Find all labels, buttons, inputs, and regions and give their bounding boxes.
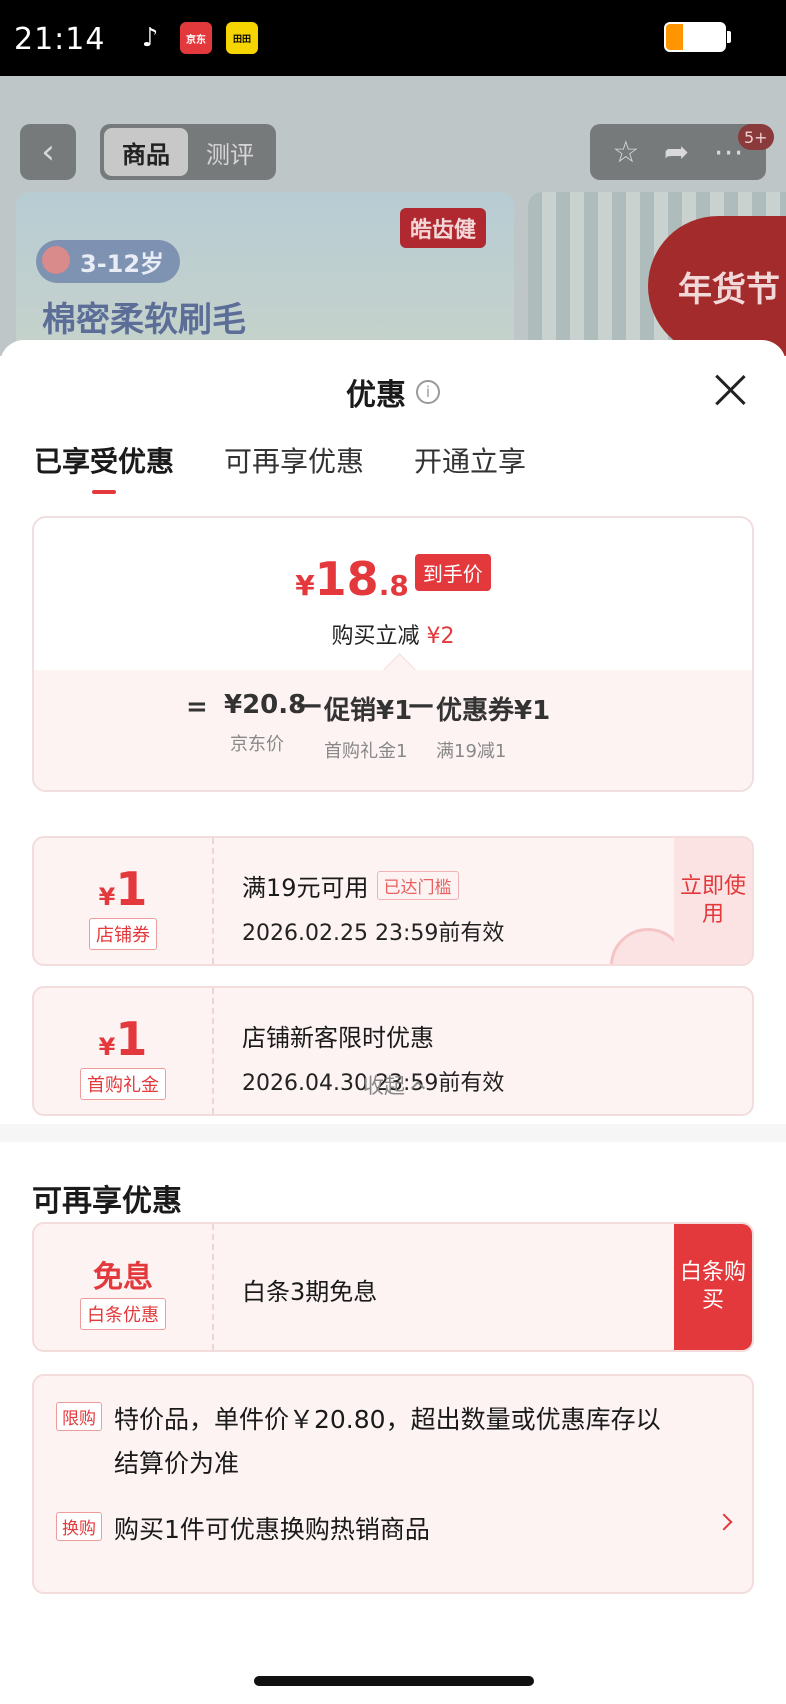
- discount-sheet: 优惠 i 已享受优惠 可再享优惠 开通立享 ¥18.8 到手价 购买立减 ¥2 = …: [0, 340, 786, 1704]
- jd-app-icon: 京东: [180, 22, 212, 54]
- coupon-details: 满19元可用 已达门槛 2026.02.25 23:59前有效: [242, 838, 504, 947]
- coupon-amount-box: ¥1 店铺券: [34, 838, 214, 964]
- collapse-label: 收起: [363, 1074, 405, 1098]
- baitiao-buy-button[interactable]: 白条购买: [674, 1224, 752, 1350]
- purchase-rules: 限购 特价品，单件价￥20.80，超出数量或优惠库存以结算价为准 换购 购买1件…: [32, 1374, 754, 1594]
- tab-review[interactable]: 测评: [188, 128, 272, 176]
- baitiao-text: 白条3期免息: [242, 1278, 378, 1306]
- use-now-button[interactable]: 立即使用: [674, 838, 752, 964]
- coupon-condition: 满19元可用 已达门槛: [242, 868, 504, 903]
- discount-tabs: 已享受优惠 可再享优惠 开通立享: [34, 440, 526, 494]
- coupon-condition: 店铺新客限时优惠: [242, 1024, 434, 1052]
- calc-main: 促销¥1: [324, 696, 413, 726]
- share-icon[interactable]: ➦: [664, 135, 689, 170]
- price-summary: ¥18.8 到手价 购买立减 ¥2: [34, 518, 752, 670]
- collapse-button[interactable]: 收起: [0, 1070, 786, 1100]
- battery-icon: [664, 22, 726, 52]
- chevron-right-icon[interactable]: [715, 1513, 733, 1531]
- price-currency: ¥: [295, 569, 315, 602]
- calc-jd-price: ¥20.8 京东价: [224, 690, 306, 758]
- chevron-up-icon: [410, 1080, 426, 1096]
- store-coupon[interactable]: ¥1 店铺券 满19元可用 已达门槛 2026.02.25 23:59前有效 立即…: [32, 836, 754, 966]
- banner-title: 棉密柔软刷毛: [42, 300, 246, 340]
- battery-tip: [727, 31, 731, 43]
- interest-free-label: 免息: [93, 1260, 153, 1295]
- rule-tag: 限购: [56, 1402, 102, 1431]
- section-divider: [0, 1124, 786, 1142]
- battery-level: [666, 24, 684, 50]
- sheet-title: 优惠 i: [0, 370, 786, 414]
- threshold-met-badge: 已达门槛: [376, 871, 459, 900]
- tab-more-available[interactable]: 可再享优惠: [224, 440, 364, 494]
- coupon-value: 1: [115, 862, 148, 916]
- calc-main: 优惠券¥1: [436, 696, 551, 726]
- star-icon[interactable]: ☆: [612, 135, 639, 170]
- price-breakdown: = ¥20.8 京东价 — 促销¥1 首购礼金1 — 优惠券¥1 满19减1: [34, 670, 752, 790]
- baitiao-box: 免息 白条优惠: [34, 1224, 214, 1350]
- final-price-card: ¥18.8 到手价 购买立减 ¥2 = ¥20.8 京东价 — 促销¥1 首购礼金…: [32, 516, 754, 792]
- equals-sign: =: [186, 692, 208, 722]
- calc-main: ¥20.8: [224, 690, 307, 720]
- baitiao-tag: 白条优惠: [80, 1298, 166, 1330]
- brand-logo: 皓齿健: [400, 208, 487, 248]
- instant-discount: 购买立减 ¥2: [34, 618, 752, 650]
- sheet-title-text: 优惠: [346, 378, 406, 413]
- rule-text: 购买1件可优惠换购热销商品: [114, 1515, 430, 1544]
- coupon-amount: ¥1: [34, 862, 212, 916]
- coupon-amount: ¥1: [34, 1012, 212, 1066]
- age-badge: 3-12岁: [36, 240, 181, 283]
- close-icon[interactable]: [712, 372, 748, 408]
- baitiao-details: 白条3期免息: [242, 1224, 377, 1307]
- calc-sub: 京东价: [230, 734, 284, 755]
- price-integer: 18: [314, 552, 379, 606]
- festival-badge[interactable]: 年货节: [648, 216, 786, 356]
- instant-discount-value: ¥2: [426, 624, 455, 649]
- rule-text: 特价品，单件价￥20.80，超出数量或优惠库存以结算价为准: [114, 1405, 661, 1478]
- instant-discount-label: 购买立减: [331, 624, 420, 649]
- final-price: ¥18.8 到手价: [34, 552, 752, 606]
- coupon-expiry: 2026.02.25 23:59前有效: [242, 921, 505, 946]
- price-decimal: .8: [378, 569, 409, 602]
- coupon-currency: ¥: [98, 1033, 116, 1061]
- coupon-value: 1: [115, 1012, 148, 1066]
- rule-tag: 换购: [56, 1512, 102, 1541]
- minus-sign: —: [296, 690, 322, 720]
- product-tab-switch[interactable]: 商品 测评: [100, 124, 276, 180]
- product-banner[interactable]: 皓齿健 3-12岁 棉密柔软刷毛: [16, 192, 514, 356]
- status-time: 21:14: [14, 22, 106, 57]
- minus-sign: —: [408, 690, 434, 720]
- calc-promo: 促销¥1 首购礼金1: [324, 690, 420, 765]
- calc-sub: 首购礼金1: [324, 741, 408, 762]
- section-more-discounts-title: 可再享优惠: [32, 1184, 182, 1219]
- info-icon[interactable]: i: [416, 380, 440, 404]
- baitiao-offer[interactable]: 免息 白条优惠 白条3期免息 白条购买: [32, 1222, 754, 1352]
- tiktok-app-icon: ♪: [134, 22, 166, 54]
- coupon-condition-text: 满19元可用: [242, 874, 369, 902]
- back-chevron-icon[interactable]: ‹: [20, 124, 76, 180]
- calc-coupon: 优惠券¥1 满19减1: [436, 690, 550, 765]
- cart-count-badge: 5+: [738, 124, 774, 150]
- coupon-type-tag: 店铺券: [89, 918, 157, 950]
- product-page-backdrop[interactable]: ‹ 商品 测评 ☆ ➦ ⋯ 皓齿健 3-12岁 棉密柔软刷毛 年货节: [0, 76, 786, 356]
- tiantian-app-icon: 田田: [226, 22, 258, 54]
- home-indicator[interactable]: [254, 1676, 534, 1686]
- final-price-tag: 到手价: [414, 554, 491, 591]
- tab-enjoyed[interactable]: 已享受优惠: [34, 440, 174, 494]
- tab-product[interactable]: 商品: [104, 128, 188, 176]
- tab-activate[interactable]: 开通立享: [414, 440, 526, 494]
- coupon-currency: ¥: [98, 883, 116, 911]
- calc-sub: 满19减1: [436, 741, 507, 762]
